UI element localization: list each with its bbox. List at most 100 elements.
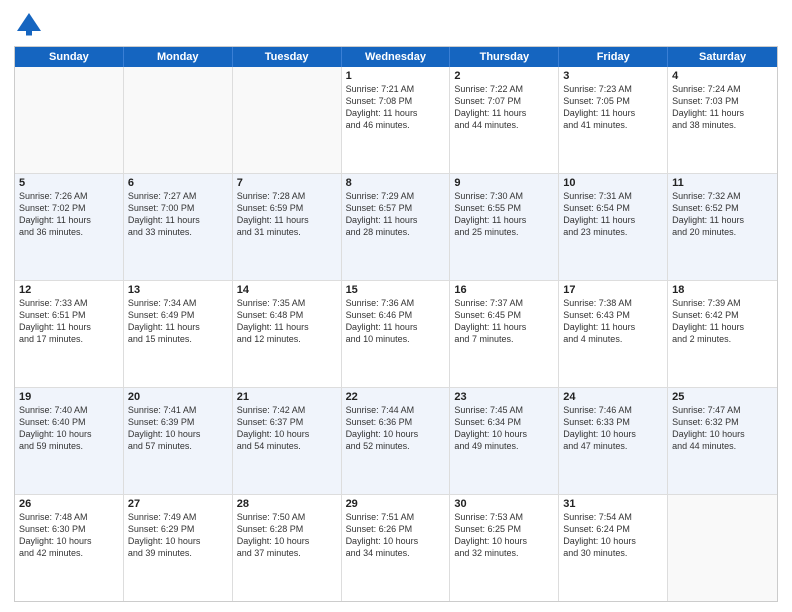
day-number: 1 <box>346 70 446 82</box>
calendar-cell: 19Sunrise: 7:40 AM Sunset: 6:40 PM Dayli… <box>15 388 124 494</box>
calendar-cell: 3Sunrise: 7:23 AM Sunset: 7:05 PM Daylig… <box>559 67 668 173</box>
day-number: 23 <box>454 391 554 403</box>
day-number: 8 <box>346 177 446 189</box>
cell-info: Sunrise: 7:48 AM Sunset: 6:30 PM Dayligh… <box>19 511 119 560</box>
cell-info: Sunrise: 7:50 AM Sunset: 6:28 PM Dayligh… <box>237 511 337 560</box>
cell-info: Sunrise: 7:51 AM Sunset: 6:26 PM Dayligh… <box>346 511 446 560</box>
calendar-cell: 6Sunrise: 7:27 AM Sunset: 7:00 PM Daylig… <box>124 174 233 280</box>
page: SundayMondayTuesdayWednesdayThursdayFrid… <box>0 0 792 612</box>
day-number: 7 <box>237 177 337 189</box>
day-number: 9 <box>454 177 554 189</box>
calendar-row: 5Sunrise: 7:26 AM Sunset: 7:02 PM Daylig… <box>15 174 777 281</box>
calendar-cell: 18Sunrise: 7:39 AM Sunset: 6:42 PM Dayli… <box>668 281 777 387</box>
calendar-cell: 22Sunrise: 7:44 AM Sunset: 6:36 PM Dayli… <box>342 388 451 494</box>
day-number: 26 <box>19 498 119 510</box>
calendar-cell: 21Sunrise: 7:42 AM Sunset: 6:37 PM Dayli… <box>233 388 342 494</box>
day-number: 21 <box>237 391 337 403</box>
calendar-cell <box>124 67 233 173</box>
day-number: 20 <box>128 391 228 403</box>
day-number: 12 <box>19 284 119 296</box>
day-number: 4 <box>672 70 773 82</box>
cell-info: Sunrise: 7:42 AM Sunset: 6:37 PM Dayligh… <box>237 404 337 453</box>
cell-info: Sunrise: 7:36 AM Sunset: 6:46 PM Dayligh… <box>346 297 446 346</box>
cell-info: Sunrise: 7:38 AM Sunset: 6:43 PM Dayligh… <box>563 297 663 346</box>
cell-info: Sunrise: 7:28 AM Sunset: 6:59 PM Dayligh… <box>237 190 337 239</box>
cell-info: Sunrise: 7:44 AM Sunset: 6:36 PM Dayligh… <box>346 404 446 453</box>
cell-info: Sunrise: 7:41 AM Sunset: 6:39 PM Dayligh… <box>128 404 228 453</box>
day-number: 17 <box>563 284 663 296</box>
calendar-row: 1Sunrise: 7:21 AM Sunset: 7:08 PM Daylig… <box>15 67 777 174</box>
cell-info: Sunrise: 7:54 AM Sunset: 6:24 PM Dayligh… <box>563 511 663 560</box>
cell-info: Sunrise: 7:21 AM Sunset: 7:08 PM Dayligh… <box>346 83 446 132</box>
cell-info: Sunrise: 7:34 AM Sunset: 6:49 PM Dayligh… <box>128 297 228 346</box>
cell-info: Sunrise: 7:26 AM Sunset: 7:02 PM Dayligh… <box>19 190 119 239</box>
calendar-cell: 12Sunrise: 7:33 AM Sunset: 6:51 PM Dayli… <box>15 281 124 387</box>
calendar-cell: 8Sunrise: 7:29 AM Sunset: 6:57 PM Daylig… <box>342 174 451 280</box>
calendar-cell: 25Sunrise: 7:47 AM Sunset: 6:32 PM Dayli… <box>668 388 777 494</box>
calendar-cell: 26Sunrise: 7:48 AM Sunset: 6:30 PM Dayli… <box>15 495 124 601</box>
cell-info: Sunrise: 7:39 AM Sunset: 6:42 PM Dayligh… <box>672 297 773 346</box>
day-number: 25 <box>672 391 773 403</box>
cell-info: Sunrise: 7:49 AM Sunset: 6:29 PM Dayligh… <box>128 511 228 560</box>
cell-info: Sunrise: 7:22 AM Sunset: 7:07 PM Dayligh… <box>454 83 554 132</box>
calendar-cell: 13Sunrise: 7:34 AM Sunset: 6:49 PM Dayli… <box>124 281 233 387</box>
logo <box>14 10 48 40</box>
cell-info: Sunrise: 7:32 AM Sunset: 6:52 PM Dayligh… <box>672 190 773 239</box>
calendar-cell: 27Sunrise: 7:49 AM Sunset: 6:29 PM Dayli… <box>124 495 233 601</box>
calendar-cell: 15Sunrise: 7:36 AM Sunset: 6:46 PM Dayli… <box>342 281 451 387</box>
calendar-cell <box>668 495 777 601</box>
calendar-cell <box>15 67 124 173</box>
calendar-cell: 29Sunrise: 7:51 AM Sunset: 6:26 PM Dayli… <box>342 495 451 601</box>
calendar-header-cell: Thursday <box>450 47 559 67</box>
cell-info: Sunrise: 7:37 AM Sunset: 6:45 PM Dayligh… <box>454 297 554 346</box>
cell-info: Sunrise: 7:40 AM Sunset: 6:40 PM Dayligh… <box>19 404 119 453</box>
cell-info: Sunrise: 7:29 AM Sunset: 6:57 PM Dayligh… <box>346 190 446 239</box>
calendar-cell: 7Sunrise: 7:28 AM Sunset: 6:59 PM Daylig… <box>233 174 342 280</box>
calendar-row: 26Sunrise: 7:48 AM Sunset: 6:30 PM Dayli… <box>15 495 777 601</box>
day-number: 16 <box>454 284 554 296</box>
day-number: 18 <box>672 284 773 296</box>
calendar-body: 1Sunrise: 7:21 AM Sunset: 7:08 PM Daylig… <box>15 67 777 601</box>
calendar-cell <box>233 67 342 173</box>
calendar-cell: 11Sunrise: 7:32 AM Sunset: 6:52 PM Dayli… <box>668 174 777 280</box>
day-number: 2 <box>454 70 554 82</box>
header <box>14 10 778 40</box>
calendar-cell: 14Sunrise: 7:35 AM Sunset: 6:48 PM Dayli… <box>233 281 342 387</box>
calendar-cell: 10Sunrise: 7:31 AM Sunset: 6:54 PM Dayli… <box>559 174 668 280</box>
cell-info: Sunrise: 7:35 AM Sunset: 6:48 PM Dayligh… <box>237 297 337 346</box>
day-number: 24 <box>563 391 663 403</box>
cell-info: Sunrise: 7:23 AM Sunset: 7:05 PM Dayligh… <box>563 83 663 132</box>
calendar-header-cell: Wednesday <box>342 47 451 67</box>
calendar: SundayMondayTuesdayWednesdayThursdayFrid… <box>14 46 778 602</box>
cell-info: Sunrise: 7:33 AM Sunset: 6:51 PM Dayligh… <box>19 297 119 346</box>
calendar-cell: 31Sunrise: 7:54 AM Sunset: 6:24 PM Dayli… <box>559 495 668 601</box>
calendar-row: 19Sunrise: 7:40 AM Sunset: 6:40 PM Dayli… <box>15 388 777 495</box>
day-number: 27 <box>128 498 228 510</box>
day-number: 5 <box>19 177 119 189</box>
day-number: 6 <box>128 177 228 189</box>
calendar-header-cell: Friday <box>559 47 668 67</box>
cell-info: Sunrise: 7:24 AM Sunset: 7:03 PM Dayligh… <box>672 83 773 132</box>
cell-info: Sunrise: 7:27 AM Sunset: 7:00 PM Dayligh… <box>128 190 228 239</box>
cell-info: Sunrise: 7:31 AM Sunset: 6:54 PM Dayligh… <box>563 190 663 239</box>
cell-info: Sunrise: 7:47 AM Sunset: 6:32 PM Dayligh… <box>672 404 773 453</box>
calendar-cell: 1Sunrise: 7:21 AM Sunset: 7:08 PM Daylig… <box>342 67 451 173</box>
day-number: 29 <box>346 498 446 510</box>
calendar-cell: 16Sunrise: 7:37 AM Sunset: 6:45 PM Dayli… <box>450 281 559 387</box>
calendar-cell: 17Sunrise: 7:38 AM Sunset: 6:43 PM Dayli… <box>559 281 668 387</box>
day-number: 30 <box>454 498 554 510</box>
calendar-header-row: SundayMondayTuesdayWednesdayThursdayFrid… <box>15 47 777 67</box>
cell-info: Sunrise: 7:30 AM Sunset: 6:55 PM Dayligh… <box>454 190 554 239</box>
calendar-cell: 4Sunrise: 7:24 AM Sunset: 7:03 PM Daylig… <box>668 67 777 173</box>
day-number: 28 <box>237 498 337 510</box>
logo-icon <box>14 10 44 40</box>
calendar-cell: 9Sunrise: 7:30 AM Sunset: 6:55 PM Daylig… <box>450 174 559 280</box>
day-number: 13 <box>128 284 228 296</box>
calendar-cell: 24Sunrise: 7:46 AM Sunset: 6:33 PM Dayli… <box>559 388 668 494</box>
day-number: 31 <box>563 498 663 510</box>
day-number: 11 <box>672 177 773 189</box>
calendar-cell: 2Sunrise: 7:22 AM Sunset: 7:07 PM Daylig… <box>450 67 559 173</box>
day-number: 15 <box>346 284 446 296</box>
calendar-header-cell: Sunday <box>15 47 124 67</box>
cell-info: Sunrise: 7:45 AM Sunset: 6:34 PM Dayligh… <box>454 404 554 453</box>
